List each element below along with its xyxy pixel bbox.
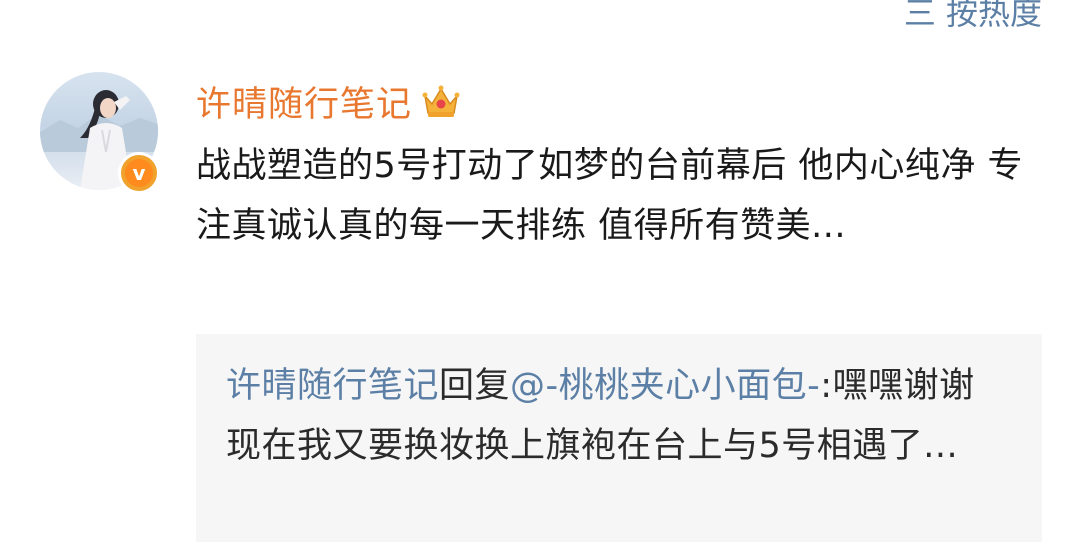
verified-badge-letter: v [125, 159, 153, 187]
sort-by-popularity-toggle[interactable]: 三 按热度 [904, 0, 1042, 34]
verified-badge-icon: v [118, 152, 160, 194]
reply-box[interactable]: 许晴随行笔记回复@-桃桃夹心小面包-:嘿嘿谢谢 现在我又要换妆换上旗袍在台上与5… [196, 334, 1042, 542]
comment-header: 许晴随行笔记 [196, 72, 462, 130]
reply-word: 回复 [439, 366, 511, 406]
comment-text: 战战塑造的5号打动了如梦的台前幕后 他内心纯净 专注真诚认真的每一天排练 值得所… [196, 146, 1024, 246]
reply-author[interactable]: 许晴随行笔记 [226, 366, 439, 406]
comment-username[interactable]: 许晴随行笔记 [196, 76, 412, 127]
reply-mention-link[interactable]: @-桃桃夹心小面包- [510, 366, 820, 406]
reply-content: 许晴随行笔记回复@-桃桃夹心小面包-:嘿嘿谢谢 现在我又要换妆换上旗袍在台上与5… [226, 356, 1012, 476]
crown-icon [422, 85, 460, 117]
